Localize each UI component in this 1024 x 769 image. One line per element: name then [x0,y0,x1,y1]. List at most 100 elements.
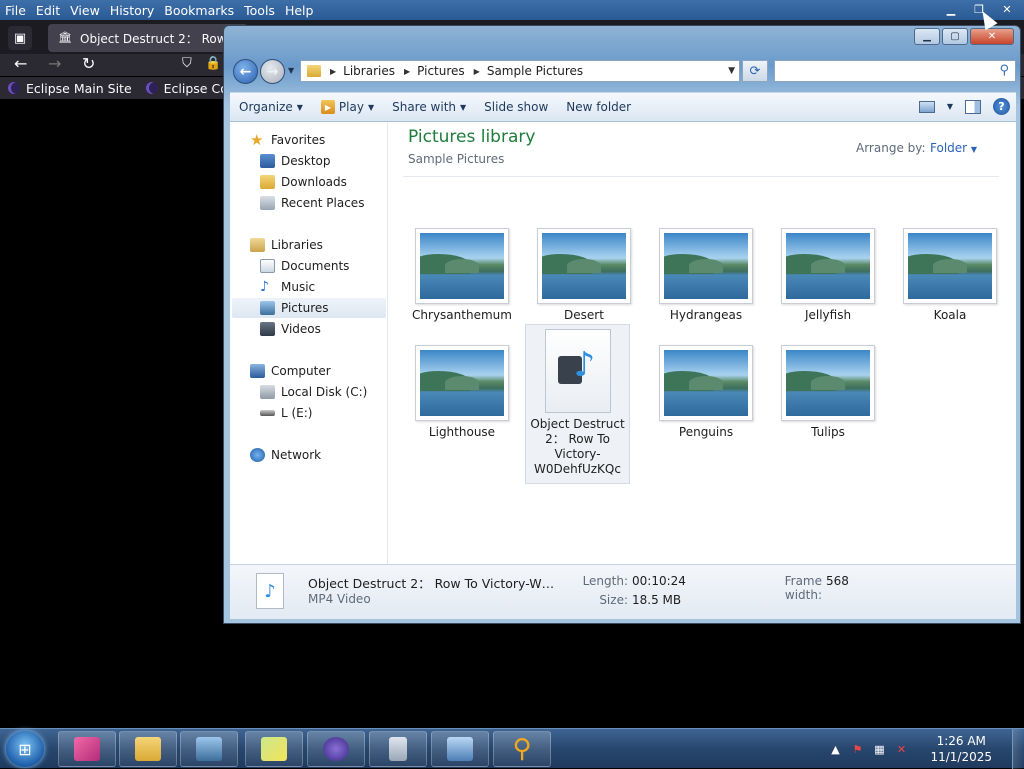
file-tile-chrysanthemum[interactable]: Chrysanthemum [409,228,515,323]
video-file-icon: ♪ [544,329,611,413]
clock[interactable]: 1:26 AM 11/1/2025 [930,733,992,765]
file-tile-desert[interactable]: Desert [531,228,637,323]
volume-muted-icon[interactable]: ✕ [894,742,908,756]
lock-icon[interactable]: 🔒 [205,56,221,71]
browser-back-icon[interactable]: ← [14,54,27,73]
search-input[interactable] [775,61,985,81]
show-desktop-button[interactable] [1012,729,1024,769]
taskbar-app-pink[interactable] [58,731,116,767]
taskbar-explorer[interactable] [119,731,177,767]
details-frame-width-value: 568 [826,574,849,588]
taskbar-sticky-notes[interactable] [245,731,303,767]
nav-downloads[interactable]: Downloads [260,172,347,192]
file-tile-tulips[interactable]: Tulips [775,345,881,440]
menu-tools[interactable]: Tools [239,3,280,18]
explorer-maximize-button[interactable]: ▢ [942,28,968,45]
details-pane: ♪ Object Destruct 2： Row To Victory-W0D.… [230,564,1016,619]
magnifier-icon: ⚲ [512,734,532,764]
chevron-right-icon[interactable]: ▶ [330,67,336,76]
explorer-minimize-button[interactable]: ▁ [914,28,940,45]
menu-history[interactable]: History [105,3,159,18]
file-name: Tulips [811,425,845,439]
slide-show-button[interactable]: Slide show [475,93,557,121]
details-length-value: 00:10:24 [632,574,686,588]
play-button[interactable]: ▶ Play ▼ [312,93,383,121]
nav-libraries[interactable]: Libraries [250,235,323,255]
file-tile-jellyfish[interactable]: Jellyfish [775,228,881,323]
file-tile-penguins[interactable]: Penguins [653,345,759,440]
play-label: Play [338,100,364,114]
browser-reload-icon[interactable]: ↻ [82,54,95,73]
firefox-minimize-button[interactable]: ▁ [940,1,962,18]
network-status-icon[interactable]: ▦ [872,742,886,756]
chevron-down-icon: ▼ [970,145,978,154]
browser-forward-icon[interactable]: → [48,54,61,73]
nav-music[interactable]: ♪ Music [260,277,315,297]
forward-button[interactable]: → [260,59,285,84]
nav-network[interactable]: Network [250,445,321,465]
file-name: Chrysanthemum [412,308,512,322]
menu-help[interactable]: Help [280,3,319,18]
tracking-shield-icon[interactable]: ⛉ [182,56,192,71]
address-dropdown-icon[interactable]: ▼ [728,66,735,76]
taskbar-calculator[interactable] [369,731,427,767]
recent-pages-dropdown[interactable]: ▼ [288,66,294,75]
nav-videos[interactable]: Videos [260,319,321,339]
nav-local-disk[interactable]: Local Disk (C:) [260,382,367,402]
nav-desktop[interactable]: Desktop [260,151,331,171]
breadcrumb-pictures[interactable]: Pictures [417,64,465,78]
start-button[interactable]: ⊞ [6,731,44,767]
firefox-active-tab[interactable]: 🏛 Object Destruct 2： Row To [48,24,248,52]
file-tile-object-destruct-video[interactable]: ♪ Object Destruct 2： Row To Victory-W0De… [525,324,630,484]
nav-usb-drive[interactable]: L (E:) [260,403,313,423]
nav-pictures[interactable]: Pictures [232,298,386,318]
image-thumbnail [781,228,875,304]
network-globe-icon [250,448,265,462]
menu-bookmarks[interactable]: Bookmarks [159,3,239,18]
taskbar-search-app[interactable]: ⚲ [493,731,551,767]
arrange-by-dropdown[interactable]: Folder ▼ [930,141,977,155]
sticky-notes-icon [261,737,287,761]
file-tile-hydrangeas[interactable]: Hydrangeas [653,228,759,323]
library-subtitle[interactable]: Sample Pictures [408,152,504,166]
search-icon[interactable]: ⚲ [999,63,1009,78]
help-icon[interactable]: ? [993,98,1010,115]
address-bar[interactable]: ▶ Libraries ▶ Pictures ▶ Sample Pictures… [300,60,740,82]
image-thumbnail [659,228,753,304]
nav-documents[interactable]: Documents [260,256,349,276]
action-center-flag-icon[interactable]: ⚑ [850,742,864,756]
menu-edit[interactable]: Edit [31,3,65,18]
show-hidden-icons-icon[interactable]: ▲ [828,742,842,756]
video-file-icon: ♪ [256,573,284,609]
explorer-close-button[interactable]: ✕ [970,28,1014,45]
organize-button[interactable]: Organize ▼ [230,93,312,121]
bookmark-eclipse-main[interactable]: Eclipse Main Site [8,81,132,96]
back-button[interactable]: ← [233,59,258,84]
chevron-right-icon[interactable]: ▶ [474,67,480,76]
explorer-window-controls: ▁ ▢ ✕ [914,28,1014,45]
firefox-view-icon[interactable]: ▣ [8,26,32,50]
taskbar-gear-app[interactable] [307,731,365,767]
share-with-button[interactable]: Share with ▼ [383,93,475,121]
nav-recent-places[interactable]: Recent Places [260,193,364,213]
taskbar-remote-desktop[interactable] [431,731,489,767]
breadcrumb-libraries[interactable]: Libraries [343,64,395,78]
change-view-icon[interactable] [918,100,935,113]
preview-pane-icon[interactable] [965,99,981,114]
new-folder-button[interactable]: New folder [557,93,640,121]
file-content-area: Pictures library Sample Pictures Arrange… [389,122,1016,564]
nav-computer[interactable]: Computer [250,361,331,381]
breadcrumb-sample-pictures[interactable]: Sample Pictures [487,64,583,78]
refresh-button[interactable]: ⟳ [742,60,768,82]
menu-file[interactable]: File [0,3,31,18]
nav-favorites[interactable]: ★ Favorites [250,130,325,150]
nav-label: Libraries [271,238,323,252]
taskbar-control-panel[interactable] [180,731,238,767]
file-tile-lighthouse[interactable]: Lighthouse [409,345,515,440]
menu-view[interactable]: View [65,3,105,18]
chevron-down-icon[interactable]: ▼ [947,102,953,111]
firefox-close-button[interactable]: ✕ [996,1,1018,18]
file-tile-koala[interactable]: Koala [897,228,1003,323]
control-panel-icon [196,737,222,761]
chevron-right-icon[interactable]: ▶ [404,67,410,76]
